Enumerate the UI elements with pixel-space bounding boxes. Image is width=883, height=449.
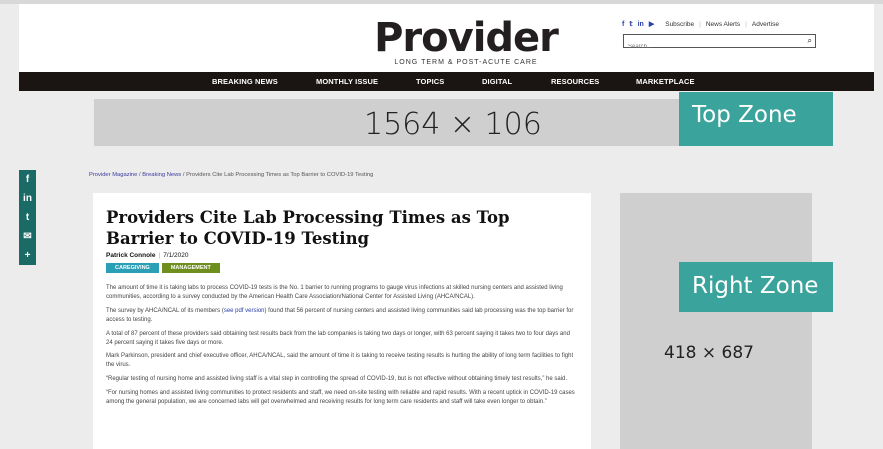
linkedin-icon[interactable]: in [638, 21, 644, 28]
breadcrumb-section[interactable]: Breaking News [142, 172, 181, 178]
paragraph: The amount of time it is taking labs to … [106, 285, 563, 300]
article: Providers Cite Lab Processing Times as T… [93, 193, 591, 449]
divider: | [745, 20, 747, 28]
share-email-icon[interactable]: ✉ [19, 227, 36, 246]
nav-digital[interactable]: DIGITAL [482, 77, 512, 86]
paragraph: “Regular testing of nursing home and ass… [106, 376, 568, 383]
breadcrumb-sep: / [138, 172, 141, 178]
publish-date: 7/1/2020 [163, 252, 189, 259]
site-logo[interactable]: Provider LONG TERM & POST-ACUTE CARE [371, 18, 561, 66]
nav-topics[interactable]: TOPICS [416, 77, 444, 86]
paragraph: The survey by AHCA/NCAL of its members (… [106, 307, 574, 323]
main-nav: BREAKING NEWS MONTHLY ISSUE TOPICS DIGIT… [19, 72, 874, 91]
top-zone-label: Top Zone [679, 92, 833, 146]
nav-resources[interactable]: RESOURCES [551, 77, 599, 86]
utility-bar: f 𝕥 in ▶ Subscribe | News Alerts | Adver… [622, 20, 779, 29]
facebook-icon[interactable]: f [622, 21, 624, 28]
divider: | [699, 20, 701, 28]
share-twitter-icon[interactable]: t [19, 208, 36, 227]
top-ad-dimensions: 1564 × 106 [364, 107, 542, 142]
twitter-icon[interactable]: 𝕥 [629, 20, 632, 28]
author-link[interactable]: Patrick Connole [106, 252, 155, 259]
paragraph: Mark Parkinson, president and chief exec… [106, 353, 574, 369]
share-linkedin-icon[interactable]: in [19, 189, 36, 208]
breadcrumb: Provider Magazine / Breaking News / Prov… [89, 172, 373, 178]
search-box: ⌕ [623, 34, 816, 53]
logo-tagline: LONG TERM & POST-ACUTE CARE [394, 59, 538, 66]
share-more-icon[interactable]: + [19, 246, 36, 265]
tag-management[interactable]: MANAGEMENT [161, 263, 220, 273]
tag-caregiving[interactable]: CAREGIVING [106, 263, 159, 273]
nav-breaking-news[interactable]: BREAKING NEWS [212, 77, 278, 86]
right-ad-placeholder[interactable]: 418 × 687 [620, 193, 812, 449]
share-facebook-icon[interactable]: f [19, 170, 36, 189]
article-body: The amount of time it is taking labs to … [106, 284, 578, 407]
breadcrumb-home[interactable]: Provider Magazine [89, 172, 137, 178]
search-input[interactable] [624, 41, 794, 53]
breadcrumb-current: Providers Cite Lab Processing Times as T… [186, 172, 374, 178]
breadcrumb-sep: / [182, 172, 185, 178]
paragraph: “For nursing homes and assisted living c… [106, 390, 575, 406]
news-alerts-link[interactable]: News Alerts [706, 21, 740, 28]
article-title: Providers Cite Lab Processing Times as T… [106, 208, 510, 248]
nav-marketplace[interactable]: MARKETPLACE [636, 77, 695, 86]
tag-list: CAREGIVING MANAGEMENT [106, 263, 578, 273]
youtube-icon[interactable]: ▶ [649, 20, 654, 28]
advertise-link[interactable]: Advertise [752, 21, 779, 28]
search-icon[interactable]: ⌕ [808, 36, 812, 46]
subscribe-link[interactable]: Subscribe [665, 21, 694, 28]
share-bar: f in t ✉ + [19, 170, 36, 265]
byline: Patrick Connole | 7/1/2020 [106, 252, 189, 259]
right-ad-dimensions: 418 × 687 [664, 343, 754, 363]
pdf-version-link[interactable]: see pdf version [224, 308, 265, 314]
logo-wordmark: Provider [374, 15, 559, 61]
nav-monthly-issue[interactable]: MONTHLY ISSUE [316, 77, 378, 86]
paragraph: A total of 87 percent of these providers… [106, 330, 570, 346]
right-zone-label: Right Zone [679, 262, 833, 312]
